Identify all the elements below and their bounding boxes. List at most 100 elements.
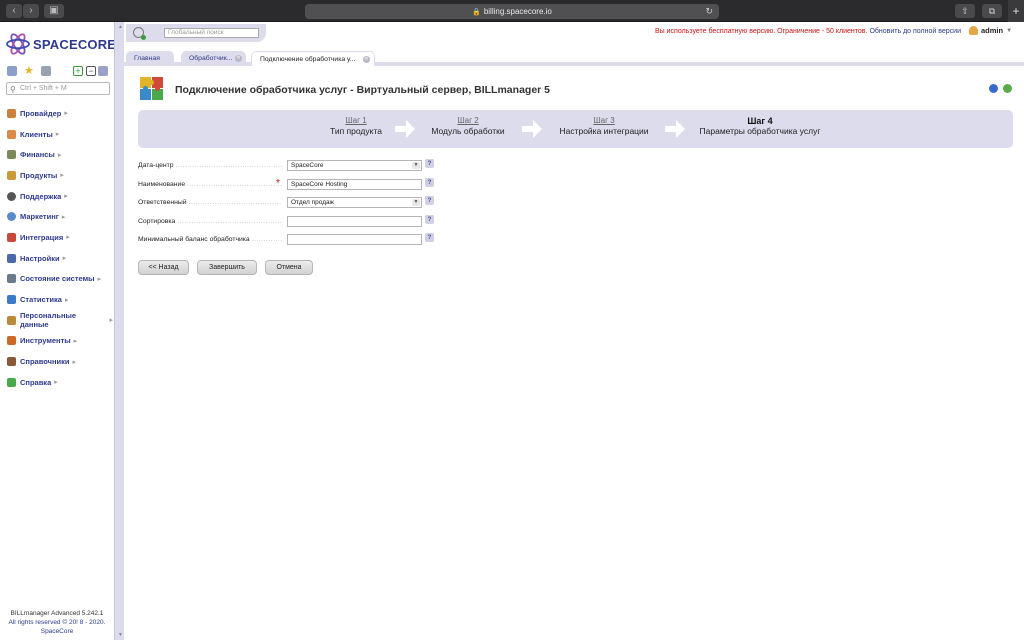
- finance-icon: [7, 150, 16, 160]
- user-menu[interactable]: admin ▼: [969, 26, 1012, 35]
- form-row-datacenter: Дата-центр .............................…: [138, 159, 738, 178]
- top-bar: Глобальный поиск Вы используете бесплатн…: [124, 22, 1024, 44]
- cancel-button[interactable]: Отмена: [265, 260, 313, 275]
- sidebar-item-personal-data[interactable]: Персональные данные ▸: [7, 310, 113, 331]
- sidebar-item-finance[interactable]: Финансы ▸: [7, 144, 113, 165]
- responsible-select[interactable]: Отдел продаж ▼: [287, 197, 422, 208]
- sidebar-toggle-icon[interactable]: ▣: [44, 4, 64, 18]
- chevron-right-icon: ▸: [64, 110, 68, 118]
- form-row-name: Наименование ...........................…: [138, 177, 738, 197]
- wizard-step-number: Шаг 2: [457, 116, 479, 125]
- name-input[interactable]: SpaceCore Hosting: [287, 178, 422, 190]
- chevron-right-icon: ▸: [64, 296, 69, 304]
- global-search-input[interactable]: Глобальный поиск: [164, 28, 259, 38]
- wizard-step-2[interactable]: Шаг 2 Модуль обработки: [428, 116, 508, 137]
- sidebar-item-statistics[interactable]: Статистика ▸: [7, 289, 113, 310]
- sidebar-splitter[interactable]: ▲ ▼: [114, 22, 124, 640]
- rights-link[interactable]: All rights reserved © 20! 8 - 2020.: [0, 618, 114, 627]
- upgrade-link[interactable]: Обновить до полной версии: [869, 28, 961, 35]
- tools-icon: [7, 336, 16, 346]
- clients-icon: [7, 129, 16, 139]
- spacecore-logo-icon: [6, 33, 30, 55]
- company-link[interactable]: SpaceCore: [0, 627, 114, 636]
- user-avatar-icon: [969, 26, 978, 35]
- help-icon[interactable]: ?: [425, 177, 434, 187]
- sidebar-item-provider[interactable]: Провайдер ▸: [7, 103, 113, 124]
- wizard-step-3[interactable]: Шаг 3 Настройка интеграции: [554, 116, 654, 137]
- sidebar-item-tools[interactable]: Инструменты ▸: [7, 331, 113, 352]
- tab-handler[interactable]: Обработчик... ✕: [181, 51, 246, 66]
- sidebar-item-reference-books[interactable]: Справочники ▸: [7, 351, 113, 372]
- logo[interactable]: SPACECORE: [6, 30, 116, 58]
- wizard-step-1[interactable]: Шаг 1 Тип продукта: [316, 116, 396, 137]
- sidebar-item-help[interactable]: Справка ▸: [7, 372, 113, 393]
- sidebar-item-support[interactable]: Поддержка ▸: [7, 186, 113, 207]
- expand-all-icon[interactable]: +: [73, 66, 83, 76]
- help-icon[interactable]: ?: [425, 214, 434, 224]
- tab-home[interactable]: Главная: [126, 51, 174, 66]
- chevron-right-icon: ▸: [97, 275, 102, 283]
- browser-back-button[interactable]: ‹: [6, 4, 22, 18]
- wizard-step-number: Шаг 4: [747, 116, 773, 126]
- menu-tree-icon[interactable]: [7, 66, 17, 76]
- main-content: Подключение обработчика услуг - Виртуаль…: [124, 66, 1024, 640]
- browser-forward-button[interactable]: ›: [23, 4, 39, 18]
- wizard-steps: Шаг 1 Тип продукта Шаг 2 Модуль обработк…: [138, 110, 1013, 148]
- global-search-icon[interactable]: [133, 27, 146, 40]
- globe-icon[interactable]: [1003, 84, 1012, 93]
- close-icon[interactable]: ✕: [363, 56, 370, 63]
- tab-label: Главная: [134, 55, 160, 62]
- field-label: Ответственный ..........................…: [138, 199, 282, 206]
- field-label: Сортировка .............................…: [138, 217, 282, 225]
- provider-icon: [7, 108, 16, 118]
- pin-icon[interactable]: [98, 66, 108, 76]
- datacenter-select[interactable]: SpaceCore ▼: [287, 160, 422, 171]
- field-label: Наименование ...........................…: [138, 180, 282, 188]
- tab-label: Обработчик...: [189, 55, 233, 62]
- form-row-sorting: Сортировка .............................…: [138, 214, 738, 234]
- sidebar-item-products[interactable]: Продукты ▸: [7, 165, 113, 186]
- tabs-overview-icon[interactable]: ⧉: [982, 4, 1002, 18]
- chevron-right-icon: ▸: [60, 172, 64, 180]
- required-marker: *: [276, 177, 280, 189]
- menu-search-input[interactable]: ⚲ Ctrl + Shift + M: [6, 82, 110, 95]
- tab-connect-handler[interactable]: Подключение обработчика у... ✕: [251, 51, 375, 66]
- reload-icon[interactable]: ↻: [705, 4, 713, 19]
- scroll-down-icon[interactable]: ▼: [118, 632, 123, 638]
- main-menu: Провайдер ▸ Клиенты ▸ Финансы ▸ Продукты ▸ П…: [7, 103, 113, 393]
- back-button[interactable]: << Назад: [138, 260, 189, 275]
- field-label: Дата-центр .............................…: [138, 162, 282, 169]
- marketing-icon: [7, 212, 16, 222]
- chevron-right-icon: ▸: [64, 193, 68, 201]
- sidebar-item-clients[interactable]: Клиенты ▸: [7, 124, 113, 145]
- global-search-area: Глобальный поиск: [126, 24, 266, 42]
- help-icon[interactable]: ?: [425, 196, 434, 205]
- sidebar-item-settings[interactable]: Настройки ▸: [7, 248, 113, 269]
- support-icon: [7, 191, 16, 201]
- camera-icon[interactable]: [41, 66, 51, 76]
- new-tab-icon[interactable]: +: [1008, 0, 1024, 22]
- favorites-star-icon[interactable]: ★: [24, 66, 34, 77]
- sidebar-item-system-state[interactable]: Состояние системы ▸: [7, 269, 113, 290]
- lock-icon: 🔒: [472, 9, 481, 16]
- collapse-all-icon[interactable]: −: [86, 66, 96, 76]
- sidebar-item-integration[interactable]: Интеграция ▸: [7, 227, 113, 248]
- scroll-up-icon[interactable]: ▲: [118, 24, 123, 30]
- wizard-step-label: Модуль обработки: [431, 126, 505, 136]
- sorting-input[interactable]: [287, 215, 422, 227]
- statistics-icon: [7, 295, 16, 305]
- finish-button[interactable]: Завершить: [197, 260, 257, 275]
- help-icon[interactable]: ?: [425, 233, 434, 242]
- global-search-placeholder: Глобальный поиск: [168, 29, 224, 36]
- share-icon[interactable]: ⇧: [955, 4, 975, 18]
- refresh-icon[interactable]: [989, 84, 998, 93]
- chevron-right-icon: ▸: [62, 255, 67, 263]
- sidebar-item-marketing[interactable]: Маркетинг ▸: [7, 206, 113, 227]
- form-row-min-balance: Минимальный баланс обработчика .........…: [138, 233, 738, 252]
- close-icon[interactable]: ✕: [235, 55, 242, 62]
- min-balance-input[interactable]: [287, 234, 422, 245]
- logo-text: SPACECORE: [33, 36, 117, 52]
- address-bar[interactable]: 🔒 billing.spacecore.io ↻: [305, 4, 719, 19]
- menu-search-placeholder: Ctrl + Shift + M: [20, 85, 67, 92]
- help-icon[interactable]: ?: [425, 159, 434, 168]
